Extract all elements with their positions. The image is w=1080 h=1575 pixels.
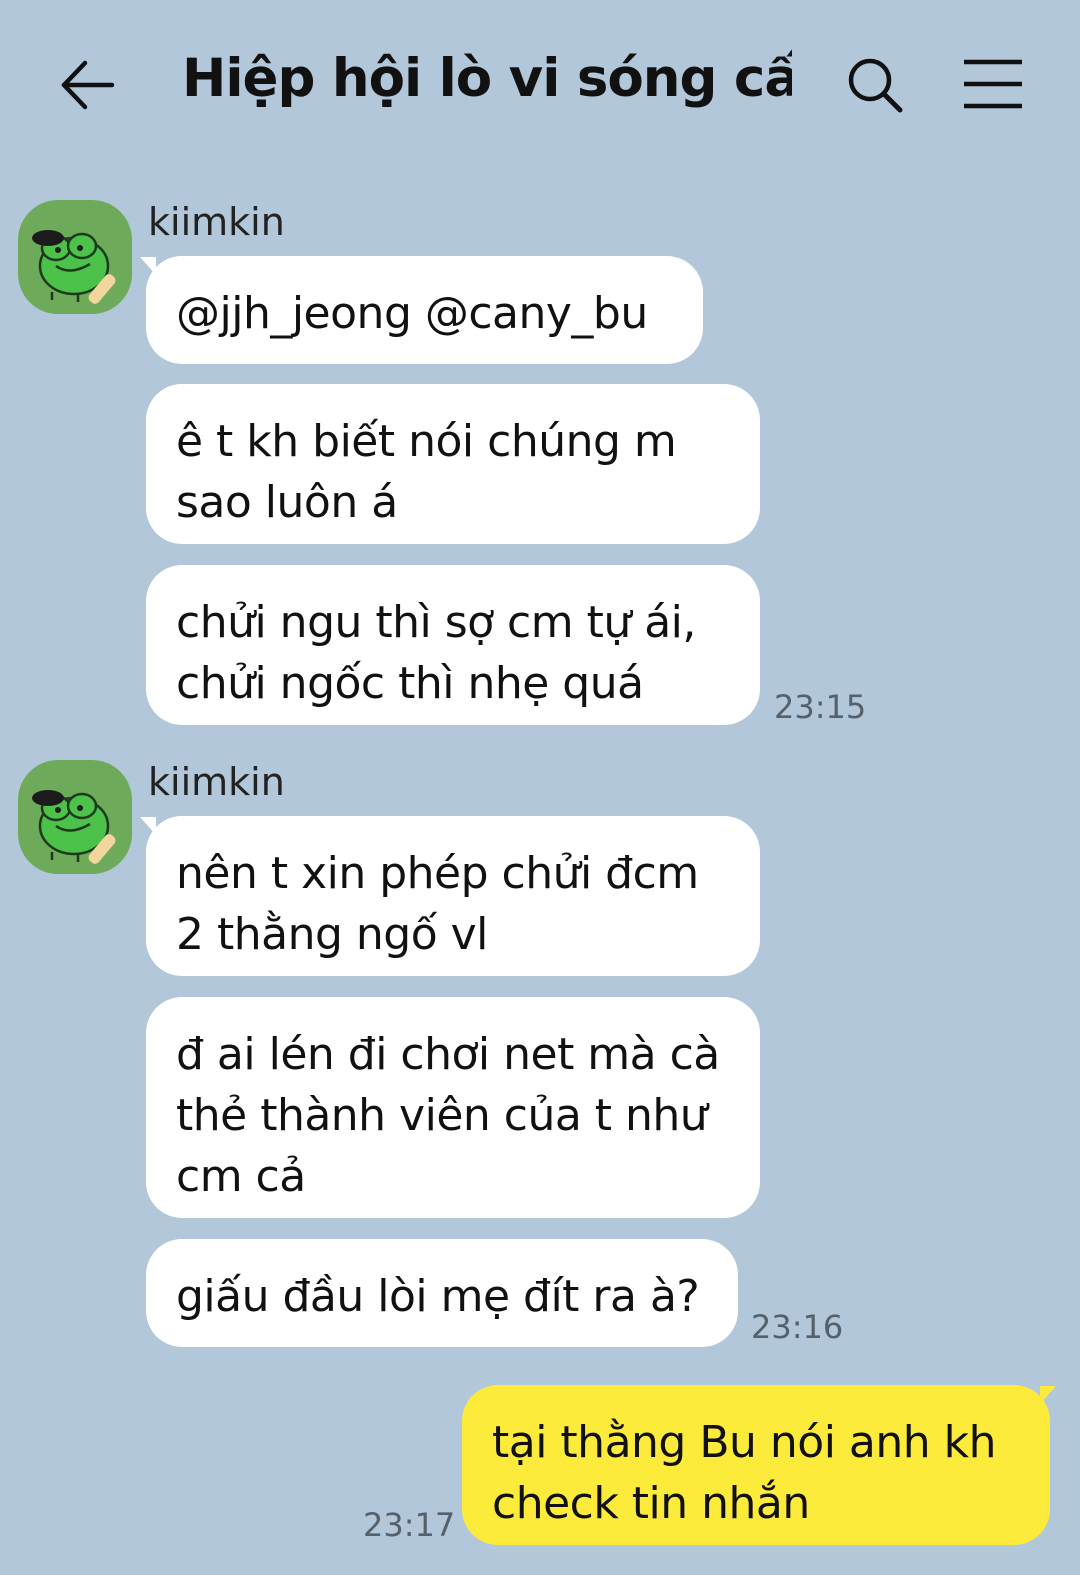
message-bubble[interactable]: ê t kh biết nói chúng m sao luôn á <box>146 384 760 544</box>
search-button[interactable] <box>845 55 905 115</box>
menu-icon <box>964 59 1022 109</box>
message-bubble[interactable]: @jjh_jeong @cany_bu <box>146 256 703 364</box>
frog-avatar-icon <box>32 790 116 864</box>
message-bubble[interactable]: chửi ngu thì sợ cm tự ái, chửi ngốc thì … <box>146 565 760 725</box>
arrow-left-icon <box>61 60 115 110</box>
own-message-bubble[interactable]: tại thằng Bu nói anh kh check tin nhắn <box>462 1385 1050 1545</box>
avatar[interactable] <box>18 200 132 314</box>
timestamp: 23:15 <box>774 688 867 726</box>
menu-button[interactable] <box>962 58 1024 110</box>
timestamp: 23:17 <box>363 1506 456 1544</box>
frog-avatar-icon <box>32 230 116 304</box>
message-bubble[interactable]: nên t xin phép chửi đcm 2 thằng ngố vl <box>146 816 760 976</box>
message-bubble[interactable]: giấu đầu lòi mẹ đít ra à? <box>146 1239 738 1347</box>
bubble-tail <box>1040 1386 1056 1404</box>
sender-name: kiimkin <box>148 760 285 804</box>
avatar[interactable] <box>18 760 132 874</box>
timestamp: 23:16 <box>751 1308 844 1346</box>
sender-name: kiimkin <box>148 200 285 244</box>
search-icon <box>848 58 903 113</box>
back-button[interactable] <box>58 55 118 115</box>
chat-header: Hiệp hội lò vi sóng cấ... <box>0 0 1080 175</box>
message-bubble[interactable]: đ ai lén đi chơi net mà cà thẻ thành viê… <box>146 997 760 1218</box>
chat-title: Hiệp hội lò vi sóng cấ... <box>182 48 792 109</box>
